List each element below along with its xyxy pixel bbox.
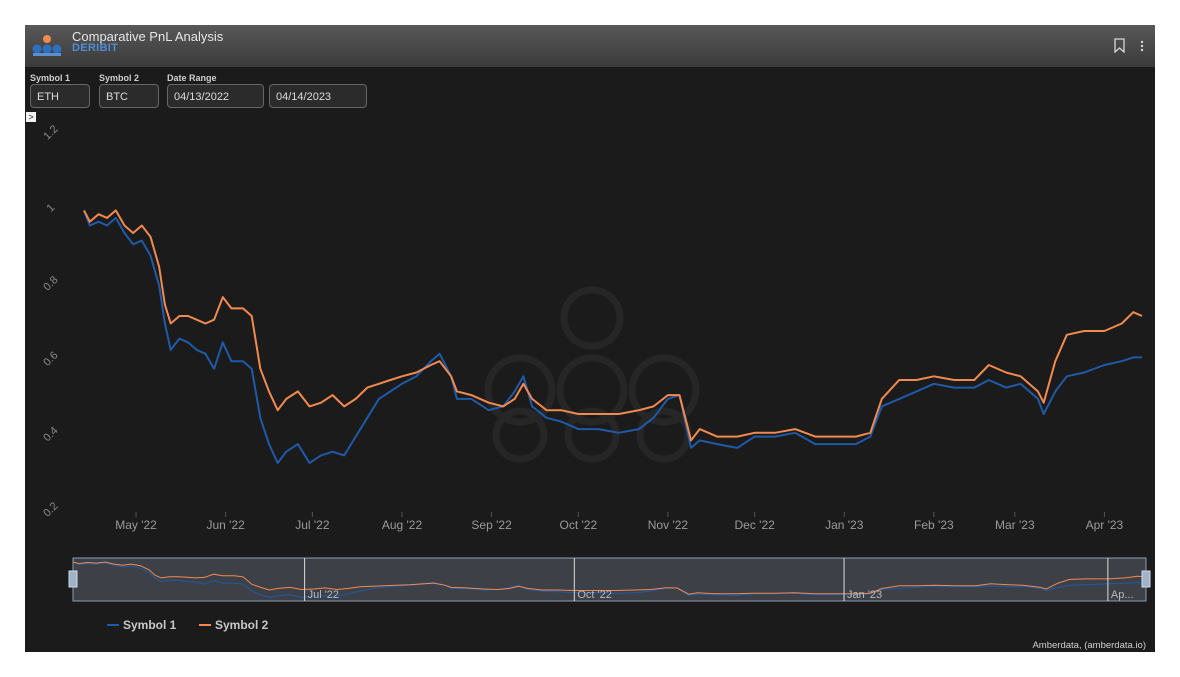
y-tick-label: 1.2	[41, 123, 60, 142]
y-tick-label: 0.8	[41, 274, 60, 293]
x-tick-label: May '22	[115, 518, 157, 532]
y-tick-label: 0.2	[41, 500, 60, 519]
x-tick-label: Oct '22	[559, 518, 597, 532]
y-tick-label: 0.6	[41, 349, 60, 368]
x-tick-label: Jul '22	[295, 518, 330, 532]
legend-item-2[interactable]: Symbol 2	[215, 618, 269, 632]
navigator-handle-right[interactable]	[1141, 570, 1151, 588]
series-line-2	[83, 209, 1143, 442]
x-tick-label: Mar '23	[995, 518, 1035, 532]
credit-text: Amberdata, (amberdata.io)	[1032, 640, 1146, 651]
x-tick-label: Apr '23	[1086, 518, 1124, 532]
navigator-label: Jul '22	[308, 589, 339, 601]
navigator-label: Oct '22	[577, 589, 612, 601]
x-tick-label: Sep '22	[471, 518, 512, 532]
x-tick-label: Jun '22	[206, 518, 245, 532]
y-tick-label: 1	[44, 202, 57, 215]
navigator-label: Jan '23	[847, 589, 882, 601]
x-tick-label: Nov '22	[648, 518, 689, 532]
watermark-logo	[484, 286, 700, 463]
chart-legend: Symbol 1 Symbol 2	[107, 618, 269, 632]
navigator-label: Ap...	[1111, 589, 1134, 601]
x-tick-label: Aug '22	[382, 518, 423, 532]
range-navigator[interactable]: Jul '22 Oct '22 Jan '23 Ap...	[68, 557, 1151, 602]
x-tick-label: Jan '23	[825, 518, 864, 532]
x-tick-label: Dec '22	[734, 518, 775, 532]
pnl-chart: 0.2 0.4 0.6 0.8 1 1.2 May '22 Jun '22 Jul '22 Au…	[41, 123, 1151, 632]
x-tick-label: Feb '23	[914, 518, 954, 532]
y-tick-label: 0.4	[41, 425, 60, 444]
pnl-widget: Comparative PnL Analysis DERIBIT Symbol …	[25, 25, 1155, 652]
legend-item-1[interactable]: Symbol 1	[123, 618, 177, 632]
navigator-handle-left[interactable]	[68, 570, 78, 588]
